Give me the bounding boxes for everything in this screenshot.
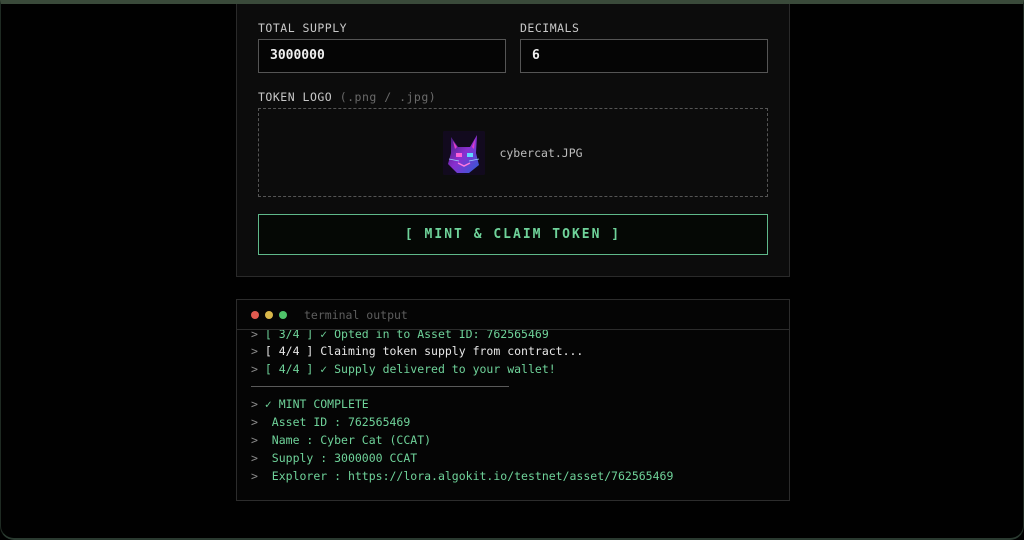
cyber-cat-image — [443, 130, 486, 175]
decimals-label: DECIMALS — [520, 21, 580, 35]
token-logo-hint: (.png / .jpg) — [339, 90, 437, 104]
logo-dropzone[interactable]: cybercat.JPG — [258, 108, 768, 197]
terminal-panel: terminal output > [ 3/4 ] ✓ Opted in to … — [236, 299, 790, 501]
result-line: > Supply : 3000000 CCAT — [251, 451, 418, 465]
minimize-dot-icon[interactable] — [265, 310, 273, 319]
explorer-link-line[interactable]: > Explorer : https://lora.algokit.io/tes… — [251, 469, 673, 483]
total-supply-label: TOTAL SUPPLY — [258, 21, 348, 35]
logo-file-name: cybercat.JPG — [499, 145, 583, 160]
app-window: TOTAL SUPPLY 3000000 DECIMALS 6 TOKEN LO… — [0, 0, 1024, 540]
terminal-output[interactable]: > [ 3/4 ] ✓ Opted in to Asset ID: 762565… — [237, 330, 789, 500]
result-line: > Name : Cyber Cat (CCAT) — [251, 433, 432, 447]
terminal-title: terminal output — [304, 307, 408, 322]
mint-form-card: TOTAL SUPPLY 3000000 DECIMALS 6 TOKEN LO… — [236, 4, 790, 277]
terminal-divider — [251, 386, 509, 387]
maximize-dot-icon[interactable] — [279, 310, 287, 319]
terminal-header: terminal output — [237, 300, 789, 330]
result-line: > ✓ MINT COMPLETE — [251, 397, 369, 411]
terminal-line: > [ 3/4 ] ✓ Opted in to Asset ID: 762565… — [251, 330, 549, 341]
mint-claim-button[interactable]: [ MINT & CLAIM TOKEN ] — [258, 214, 768, 255]
total-supply-input[interactable]: 3000000 — [258, 39, 506, 73]
token-logo-label: TOKEN LOGO (.png / .jpg) — [258, 90, 436, 104]
terminal-line: > [ 4/4 ] ✓ Supply delivered to your wal… — [251, 362, 556, 376]
result-line: > Asset ID : 762565469 — [251, 415, 411, 429]
decimals-input[interactable]: 6 — [520, 39, 768, 73]
close-dot-icon[interactable] — [251, 310, 259, 319]
terminal-line: > [ 4/4 ] Claiming token supply from con… — [251, 344, 584, 358]
cyber-cat-icon — [443, 130, 486, 175]
token-logo-label-text: TOKEN LOGO — [258, 90, 333, 104]
